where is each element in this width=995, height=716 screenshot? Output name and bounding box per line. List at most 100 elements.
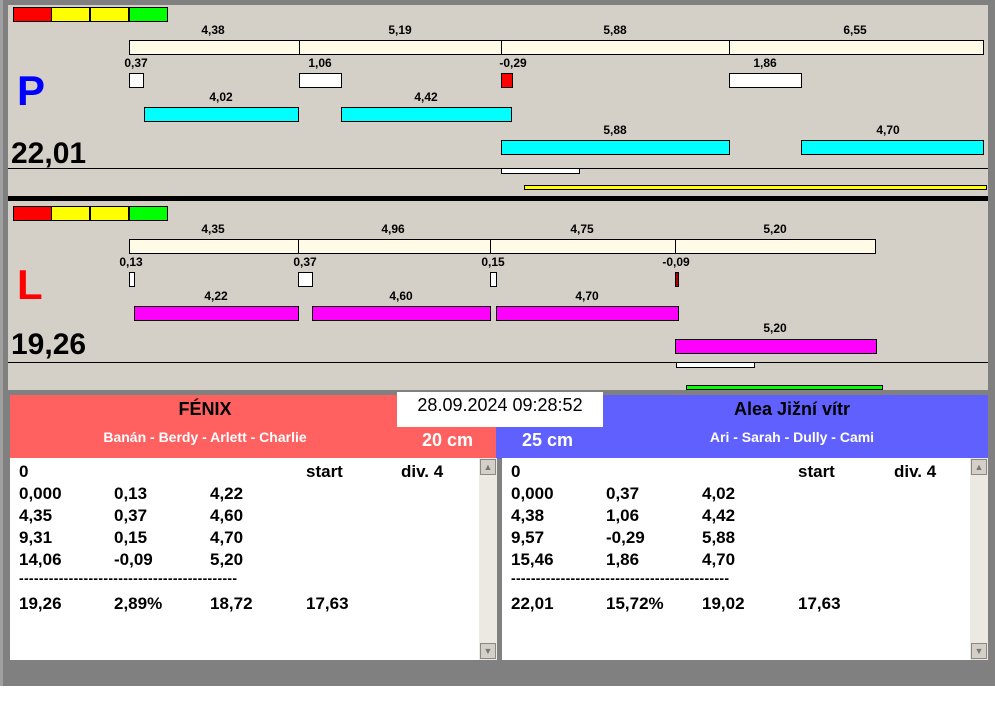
legend-green <box>129 206 168 221</box>
leg-bar <box>341 107 512 122</box>
cell: 4,35 <box>19 506 53 525</box>
diff-label: 0,37 <box>293 255 317 269</box>
leg-bar <box>675 339 877 354</box>
cell: 2,89% <box>114 594 163 613</box>
diff-box <box>729 73 802 88</box>
diff-label: 0,15 <box>481 255 505 269</box>
leg-label: 4,02 <box>209 90 233 104</box>
panel-l: 4,35 4,96 4,75 5,20 0,13 0,37 0,15 -0,09… <box>8 201 988 390</box>
cell: div. 4 <box>894 462 937 481</box>
leg-bar <box>801 140 984 155</box>
diff-label: -0,09 <box>662 255 690 269</box>
progress-white <box>676 362 755 368</box>
scroll-up-icon[interactable]: ▲ <box>480 459 496 475</box>
results-right[interactable]: 0 start div. 4 0,000 0,37 4,02 4,38 1,06… <box>502 458 988 660</box>
progress-green <box>686 385 883 390</box>
segment-bar <box>129 40 300 55</box>
diff-box <box>299 73 342 88</box>
cell: 5,88 <box>702 528 736 547</box>
legend-yellow <box>90 7 129 22</box>
scrollbar[interactable]: ▲ ▼ <box>479 458 497 660</box>
cell: 0 <box>511 462 521 481</box>
leg-label: 4,60 <box>389 289 413 303</box>
diff-label: 1,86 <box>753 56 777 70</box>
lane-distance: 25 cm <box>522 430 574 450</box>
divider: ----------------------------------------… <box>511 570 730 586</box>
leg-bar <box>501 140 730 155</box>
leg-label: 4,70 <box>575 289 599 303</box>
cell: 19,02 <box>702 594 745 613</box>
cell: 4,60 <box>210 506 244 525</box>
cell: 4,38 <box>511 506 545 525</box>
track-line <box>8 362 988 363</box>
legend-yellow <box>90 206 129 221</box>
scroll-down-icon[interactable]: ▼ <box>480 643 496 659</box>
cell: 22,01 <box>511 594 554 613</box>
segment-label: 5,20 <box>763 222 787 236</box>
segment-bar <box>729 40 984 55</box>
cell: 1,06 <box>606 506 640 525</box>
segment-label: 4,75 <box>570 222 594 236</box>
diff-box <box>501 73 513 88</box>
leg-bar <box>144 107 299 122</box>
cell: 19,26 <box>19 594 62 613</box>
datetime: 28.09.2024 09:28:52 <box>397 392 603 427</box>
lane-total: 22,01 <box>11 137 87 170</box>
segment-bar <box>129 239 299 254</box>
lane-letter: L <box>17 261 43 308</box>
diff-box <box>490 272 497 287</box>
leg-bar <box>312 306 491 321</box>
segment-label: 5,19 <box>388 23 412 37</box>
cell: 1,86 <box>606 550 640 569</box>
team-name: FÉNIX <box>178 399 232 419</box>
team-members: Banán - Berdy - Arlett - Charlie <box>103 429 307 445</box>
cell: 17,63 <box>798 594 841 613</box>
diff-label: 0,13 <box>119 255 143 269</box>
diff-box <box>675 272 679 287</box>
leg-label: 4,42 <box>414 90 438 104</box>
cell: 9,57 <box>511 528 545 547</box>
results-left[interactable]: 0 start div. 4 0,000 0,13 4,22 4,35 0,37… <box>10 458 497 660</box>
segment-bar <box>675 239 876 254</box>
cell: 9,31 <box>19 528 53 547</box>
diff-label: 1,06 <box>308 56 332 70</box>
segment-bar <box>298 239 491 254</box>
cell: 0 <box>19 462 29 481</box>
cell: 4,22 <box>210 484 244 503</box>
cell: -0,29 <box>606 528 645 547</box>
legend-red <box>13 7 52 22</box>
cell: start <box>798 462 835 481</box>
cell: div. 4 <box>401 462 444 481</box>
leg-label: 5,88 <box>603 123 627 137</box>
cell: 4,70 <box>210 528 244 547</box>
cell: 15,72% <box>606 594 664 613</box>
cell: 18,72 <box>210 594 253 613</box>
diff-box <box>129 272 135 287</box>
segment-label: 5,88 <box>603 23 627 37</box>
leg-label: 5,20 <box>763 321 787 335</box>
cell: 4,42 <box>702 506 736 525</box>
legend-yellow <box>51 206 90 221</box>
legend-green <box>129 7 168 22</box>
scroll-up-icon[interactable]: ▲ <box>971 459 987 475</box>
divider: ----------------------------------------… <box>19 570 238 586</box>
progress-white <box>501 168 580 174</box>
segment-bar <box>490 239 676 254</box>
scroll-down-icon[interactable]: ▼ <box>971 643 987 659</box>
scrollbar[interactable]: ▲ ▼ <box>970 458 988 660</box>
legend-red <box>13 206 52 221</box>
leg-label: 4,70 <box>876 123 900 137</box>
lane-total: 19,26 <box>11 328 87 361</box>
progress-yellow <box>524 185 987 190</box>
cell: 17,63 <box>306 594 349 613</box>
cell: -0,09 <box>114 550 153 569</box>
cell: 0,13 <box>114 484 148 503</box>
lane-distance: 20 cm <box>422 430 474 450</box>
cell: 5,20 <box>210 550 244 569</box>
team-members: Ari - Sarah - Dully - Cami <box>709 429 875 445</box>
cell: 0,000 <box>511 484 554 503</box>
cell: 0,15 <box>114 528 148 547</box>
diff-label: -0,29 <box>499 56 527 70</box>
cell: 15,46 <box>511 550 554 569</box>
leg-bar <box>134 306 299 321</box>
